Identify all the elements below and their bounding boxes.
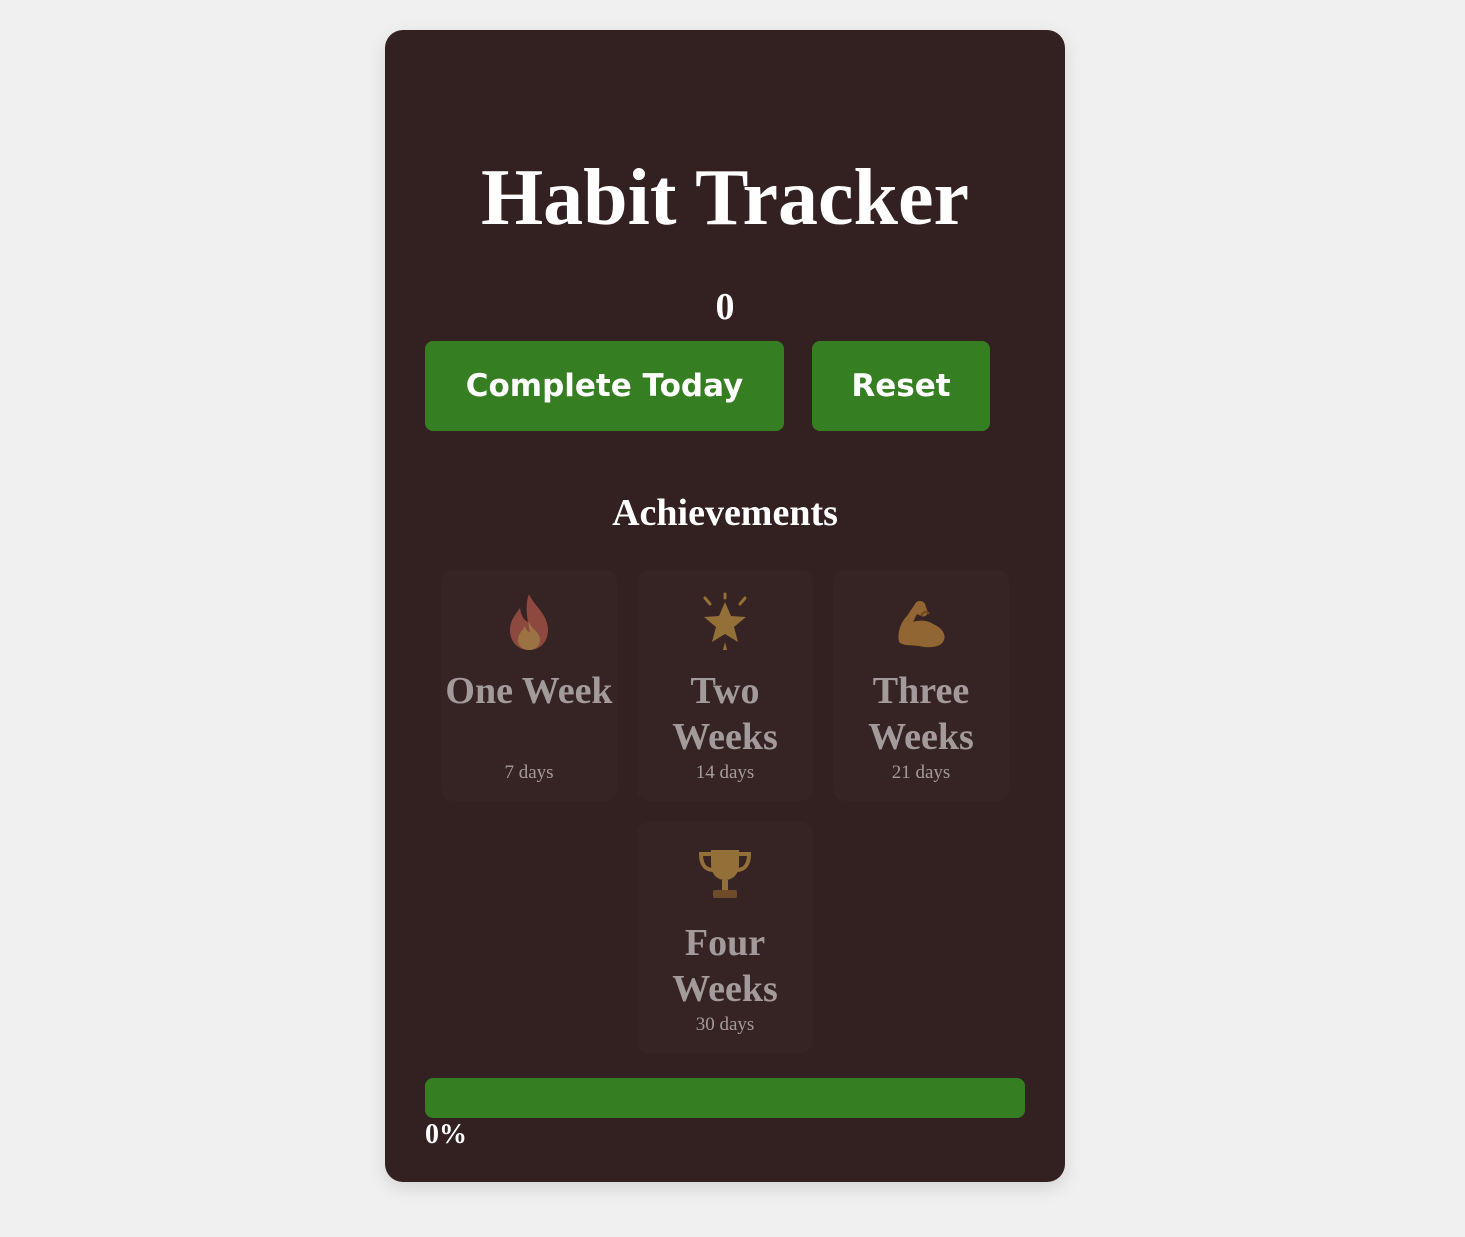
achievement-days: 21 days (891, 762, 951, 783)
complete-today-button[interactable]: Complete Today (425, 341, 784, 431)
achievement-one-week: One Week 7 days (441, 570, 617, 801)
page-title: Habit Tracker (480, 154, 970, 242)
achievement-days: 7 days (504, 762, 554, 783)
streak-counter: 0 (715, 286, 735, 328)
achievement-days: 14 days (695, 762, 755, 783)
achievement-three-weeks: Three Weeks 21 days (833, 570, 1009, 801)
achievement-two-weeks: Two Weeks 14 days (637, 570, 813, 801)
achievement-name: One Week (445, 670, 613, 712)
achievement-name: Three Weeks (868, 670, 974, 758)
achievement-name: Two Weeks (672, 670, 778, 758)
achievements-heading: Achievements (612, 492, 838, 534)
star-icon (637, 592, 813, 652)
trophy-icon (637, 844, 813, 904)
achievement-days: 30 days (695, 1014, 755, 1035)
progress-percent: 0% (425, 1119, 467, 1150)
flexed-biceps-icon (833, 592, 1009, 652)
achievement-name: Four Weeks (672, 922, 778, 1010)
progress-bar (425, 1078, 1025, 1118)
habit-tracker-card: Habit Tracker 0 Complete Today Reset Ach… (385, 30, 1065, 1182)
achievement-four-weeks: Four Weeks 30 days (637, 822, 813, 1053)
reset-button[interactable]: Reset (812, 341, 990, 431)
fire-icon (441, 592, 617, 652)
